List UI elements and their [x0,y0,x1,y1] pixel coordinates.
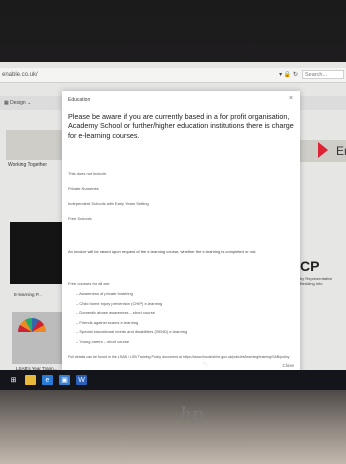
exclude-item: Independent Schools with Early Years Set… [68,201,149,206]
word-icon[interactable]: W [76,375,87,385]
store-icon[interactable]: ▣ [59,375,70,385]
search-input[interactable]: Search... [302,70,344,79]
file-explorer-icon[interactable] [25,375,36,385]
list-item-label: Awareness of private fostering [79,291,133,296]
list-item-label: Friends against scams e-learning [79,319,139,325]
exclude-item: Free Schools [68,216,92,221]
excludes-title: This does not include: [68,171,107,176]
list-item-label: Special educational needs and disabiliti… [79,329,188,335]
invoice-note: An invoice will be raised upon request o… [68,249,257,254]
free-courses-title: Free courses for all are: [68,281,111,286]
list-item-label: Child home injury prevention (CHIP) e-le… [79,300,163,306]
course-thumbnail-1[interactable] [10,222,62,284]
nav-design-label: Design [10,100,26,106]
course-thumbnail-2[interactable] [12,312,62,364]
windows-icon[interactable]: ⊞ [8,375,19,385]
list-item: – Domestic abuse awareness – short cours… [76,310,155,316]
list-item: – Young carers – short course [76,338,130,344]
list-item: – Child home injury prevention (CHIP) e-… [76,300,163,306]
lock-icon: ▾ 🔒 ↻ [279,72,298,78]
mouse-cursor-icon: ↖ [202,359,210,369]
education-modal: Education × Please be aware if you are c… [62,91,300,376]
banner-image-left [6,130,62,160]
exclude-item: Private Nurseries [68,186,99,191]
close-button[interactable]: Close [282,363,294,368]
close-icon[interactable]: × [289,95,293,102]
hp-logo: hp [180,404,204,425]
taskbar: ⊞ e ▣ W [0,370,346,390]
list-item-label: Young carers – short course [79,338,130,344]
list-item-label: Domestic abuse awareness – short course [79,310,155,316]
nav-design-link[interactable]: ▦ Design ⌄ [4,100,31,106]
policy-link-text[interactable]: Full details can be found in the LSAB / … [68,355,296,360]
partner-logo: CP [300,258,320,274]
edge-icon[interactable]: e [42,375,53,385]
banner-right-text: En [336,144,346,158]
list-item: – Awareness of private fostering [76,291,133,296]
url-text[interactable]: enable.co.uk/ [2,72,38,78]
umbrella-icon [18,318,46,332]
modal-lead-text: Please be aware if you are currently bas… [68,112,294,140]
free-courses-list: Free courses for all are: – Awareness of… [68,281,296,349]
address-bar[interactable]: enable.co.uk/ ▾ 🔒 ↻ Search... [0,68,346,83]
list-item: – Special educational needs and disabili… [76,329,188,335]
banner-left-caption: Working Together [8,162,48,168]
modal-title: Education [68,97,91,103]
course-caption-1[interactable]: E-learning P... [14,292,42,297]
list-item: – Friends against scams e-learning [76,319,139,325]
screen: enable.co.uk/ ▾ 🔒 ↻ Search... ▦ Design ⌄… [0,62,346,378]
partner-caption: by Representative Bedding Info [300,276,333,286]
arrow-icon [318,142,328,158]
